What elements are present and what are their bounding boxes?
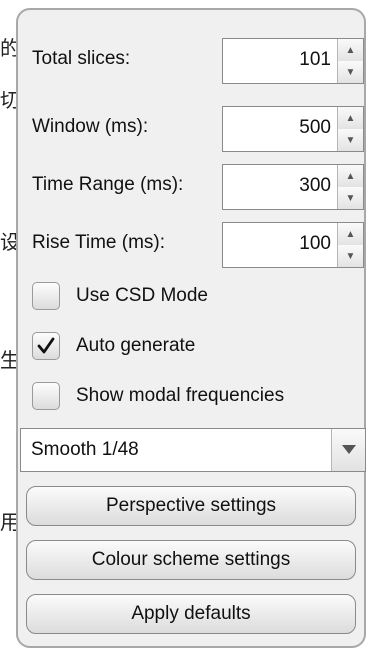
window-value[interactable]: 500 <box>299 117 331 139</box>
triangle-down-icon[interactable]: ▼ <box>338 61 363 83</box>
dropdown-button[interactable] <box>331 429 365 471</box>
checkbox-box[interactable] <box>32 282 60 310</box>
show-modal-frequencies-checkbox[interactable]: Show modal frequencies <box>32 379 352 415</box>
checkbox-box[interactable] <box>32 332 60 360</box>
use-csd-mode-label[interactable]: Use CSD Mode <box>76 285 208 307</box>
rise-time-value[interactable]: 100 <box>299 233 331 255</box>
apply-defaults-button[interactable]: Apply defaults <box>26 594 356 634</box>
triangle-down-icon[interactable]: ▼ <box>338 129 363 151</box>
triangle-down-icon[interactable]: ▼ <box>338 245 363 267</box>
auto-generate-label[interactable]: Auto generate <box>76 335 195 357</box>
time-range-row: Time Range (ms): 300 ▲ ▼ <box>32 164 364 210</box>
checkbox-box[interactable] <box>32 382 60 410</box>
rise-time-spinner[interactable]: 100 ▲ ▼ <box>222 222 364 268</box>
window-label: Window (ms): <box>32 116 149 137</box>
window-spinner[interactable]: 500 ▲ ▼ <box>222 106 364 152</box>
total-slices-spinner[interactable]: 101 ▲ ▼ <box>222 38 364 84</box>
smoothing-dropdown[interactable]: Smooth 1/48 <box>20 428 366 472</box>
total-slices-value[interactable]: 101 <box>299 49 331 71</box>
spinner-arrows: ▲ ▼ <box>337 165 363 209</box>
rise-time-label: Rise Time (ms): <box>32 232 165 253</box>
rise-time-row: Rise Time (ms): 100 ▲ ▼ <box>32 222 364 268</box>
use-csd-mode-checkbox[interactable]: Use CSD Mode <box>32 279 352 315</box>
triangle-up-icon[interactable]: ▲ <box>338 39 363 62</box>
total-slices-label: Total slices: <box>32 48 131 69</box>
colour-scheme-settings-button[interactable]: Colour scheme settings <box>26 540 356 580</box>
time-range-value[interactable]: 300 <box>299 175 331 197</box>
total-slices-row: Total slices: 101 ▲ ▼ <box>32 38 364 84</box>
time-range-label: Time Range (ms): <box>32 174 184 195</box>
triangle-up-icon[interactable]: ▲ <box>338 107 363 130</box>
chevron-down-icon <box>341 445 356 454</box>
perspective-settings-button[interactable]: Perspective settings <box>26 486 356 526</box>
window-row: Window (ms): 500 ▲ ▼ <box>32 106 364 152</box>
time-range-spinner[interactable]: 300 ▲ ▼ <box>222 164 364 210</box>
spinner-arrows: ▲ ▼ <box>337 39 363 83</box>
smoothing-selected-value[interactable]: Smooth 1/48 <box>31 439 139 461</box>
auto-generate-checkbox[interactable]: Auto generate <box>32 329 352 365</box>
spinner-arrows: ▲ ▼ <box>337 107 363 151</box>
triangle-down-icon[interactable]: ▼ <box>338 187 363 209</box>
checkmark-icon <box>37 337 55 354</box>
show-modal-frequencies-label[interactable]: Show modal frequencies <box>76 385 284 407</box>
triangle-up-icon[interactable]: ▲ <box>338 223 363 246</box>
spinner-arrows: ▲ ▼ <box>337 223 363 267</box>
settings-panel: Total slices: 101 ▲ ▼ Window (ms): 500 ▲… <box>16 8 366 648</box>
triangle-up-icon[interactable]: ▲ <box>338 165 363 188</box>
